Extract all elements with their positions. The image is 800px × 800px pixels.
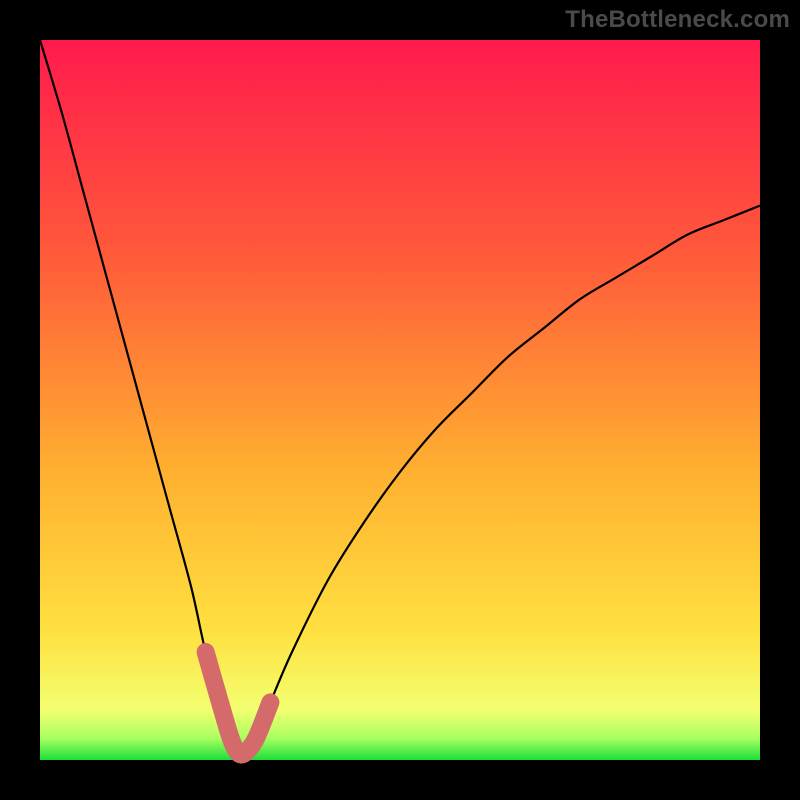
curve-line xyxy=(40,40,760,755)
watermark-text: TheBottleneck.com xyxy=(565,6,790,34)
chart-plot-area xyxy=(40,40,760,760)
bottleneck-chart xyxy=(40,40,760,760)
curve-highlight xyxy=(206,652,271,755)
